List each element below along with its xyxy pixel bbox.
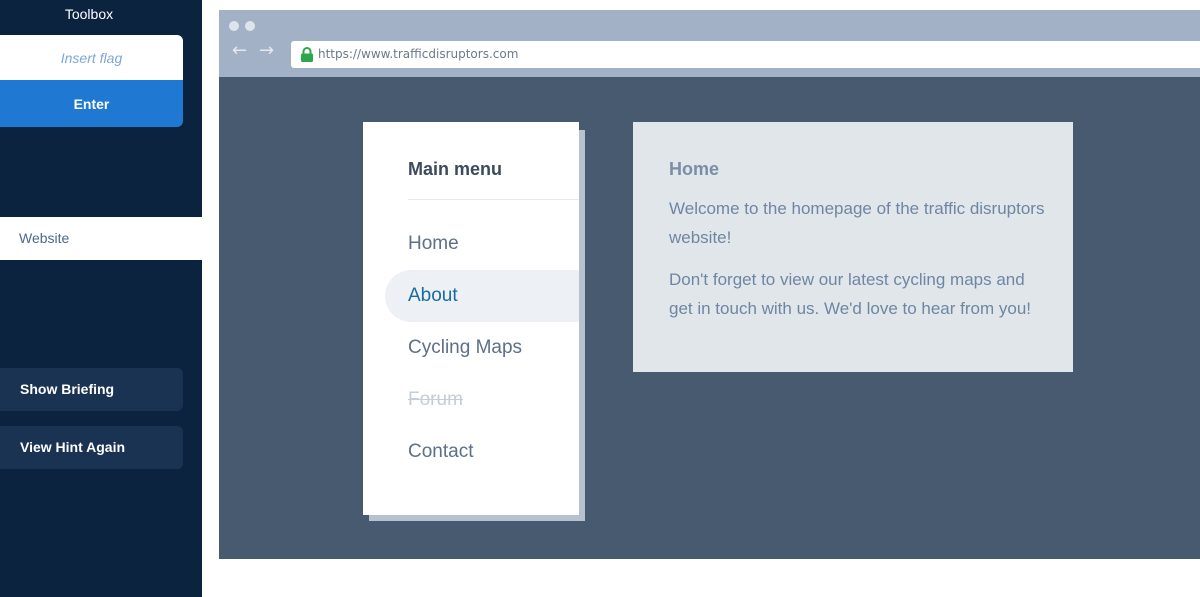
menu-item-forum: Forum xyxy=(408,389,463,410)
url-text: https://www.trafficdisruptors.com xyxy=(318,47,519,61)
content-paragraph: Welcome to the homepage of the traffic d… xyxy=(669,199,1045,247)
view-hint-button[interactable]: View Hint Again xyxy=(0,426,183,469)
window-dot-icon xyxy=(245,21,255,31)
content-panel: Home Welcome to the homepage of the traf… xyxy=(633,122,1073,372)
show-briefing-button[interactable]: Show Briefing xyxy=(0,368,183,411)
content-paragraph: Don't forget to view our latest cycling … xyxy=(669,270,1032,318)
flag-input[interactable] xyxy=(0,35,183,80)
menu-item-contact[interactable]: Contact xyxy=(385,426,579,478)
enter-button[interactable]: Enter xyxy=(0,80,183,127)
menu-item-about[interactable]: About xyxy=(385,270,579,322)
browser-toolbar: ← → https://www.trafficdisruptors.com xyxy=(219,10,1200,77)
window-dot-icon xyxy=(229,21,239,31)
address-bar[interactable]: https://www.trafficdisruptors.com xyxy=(291,41,1200,68)
tab-website[interactable]: Website xyxy=(0,217,202,260)
menu-item-home[interactable]: Home xyxy=(385,218,579,270)
menu-divider xyxy=(408,199,579,200)
main-menu: Main menu Home About Cycling Maps Forum … xyxy=(363,122,579,515)
toolbox-title: Toolbox xyxy=(64,6,114,22)
toolbox-sidebar: Toolbox Enter Website Show Briefing View… xyxy=(0,0,202,597)
content-heading: Home xyxy=(669,159,720,179)
browser-window: ← → https://www.trafficdisruptors.com Ma… xyxy=(219,10,1200,559)
forward-arrow-icon[interactable]: → xyxy=(259,41,274,61)
back-arrow-icon[interactable]: ← xyxy=(232,41,247,61)
menu-item-cycling-maps[interactable]: Cycling Maps xyxy=(385,322,579,374)
flag-form: Enter xyxy=(0,35,183,127)
lock-icon xyxy=(301,47,313,62)
menu-title: Main menu xyxy=(408,159,503,179)
